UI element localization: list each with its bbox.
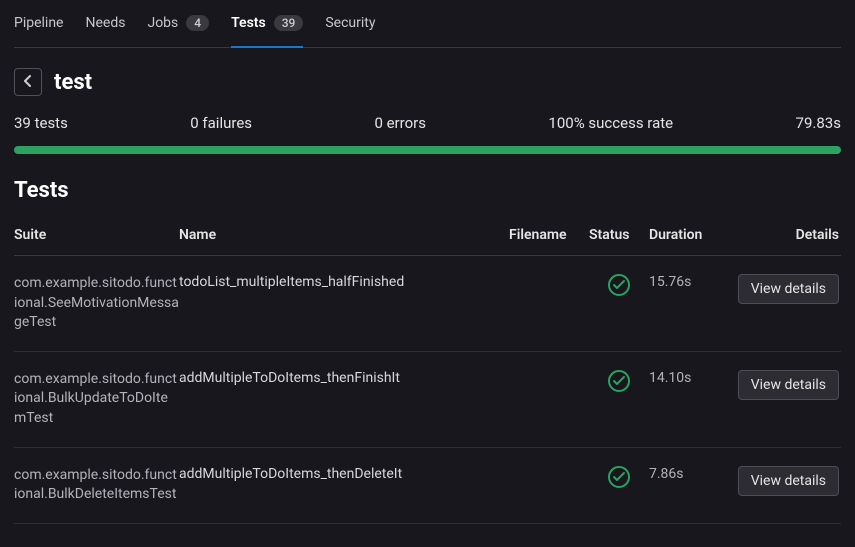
tests-table-header: Suite Name Filename Status Duration Deta… xyxy=(14,227,841,256)
cell-status xyxy=(589,370,649,392)
cell-suite: com.example.sitodo.functional.BulkUpdate… xyxy=(14,370,179,429)
tab-tests[interactable]: Tests 39 xyxy=(231,0,303,48)
tab-label: Needs xyxy=(86,15,126,31)
progress-fill xyxy=(14,146,841,154)
check-circle-icon xyxy=(608,466,630,488)
cell-suite: com.example.sitodo.functional.BulkDelete… xyxy=(14,466,179,505)
col-status: Status xyxy=(589,227,649,243)
summary-failures: 0 failures xyxy=(190,114,252,132)
view-details-button[interactable]: View details xyxy=(738,466,839,496)
back-button[interactable] xyxy=(14,68,42,96)
check-circle-icon xyxy=(608,370,630,392)
col-suite: Suite xyxy=(14,227,179,243)
progress-bar xyxy=(14,146,841,154)
tab-needs[interactable]: Needs xyxy=(86,0,126,48)
table-row: com.example.sitodo.functional.SeeMotivat… xyxy=(14,256,841,352)
cell-name: addMultipleToDoItems_thenFinishIt xyxy=(179,370,509,386)
col-duration: Duration xyxy=(649,227,729,243)
summary-row: 39 tests 0 failures 0 errors 100% succes… xyxy=(14,114,841,132)
tests-table-body: com.example.sitodo.functional.SeeMotivat… xyxy=(14,256,841,524)
tab-security[interactable]: Security xyxy=(325,0,375,48)
cell-suite: com.example.sitodo.functional.SeeMotivat… xyxy=(14,274,179,333)
page-title: test xyxy=(54,70,92,95)
summary-success-rate: 100% success rate xyxy=(548,114,673,132)
cell-details: View details xyxy=(729,274,839,304)
check-circle-icon xyxy=(608,274,630,296)
pipeline-tabs: Pipeline Needs Jobs 4 Tests 39 Security xyxy=(14,0,841,48)
summary-errors: 0 errors xyxy=(374,114,426,132)
tab-label: Pipeline xyxy=(14,15,64,31)
col-name: Name xyxy=(179,227,509,243)
view-details-button[interactable]: View details xyxy=(738,274,839,304)
tab-badge: 4 xyxy=(186,15,209,31)
section-title: Tests xyxy=(14,178,841,203)
tab-pipeline[interactable]: Pipeline xyxy=(14,0,64,48)
tab-label: Tests xyxy=(231,15,266,31)
tab-jobs[interactable]: Jobs 4 xyxy=(147,0,209,48)
col-details: Details xyxy=(729,227,839,243)
cell-duration: 14.10s xyxy=(649,370,729,386)
cell-name: todoList_multipleItems_halfFinished xyxy=(179,274,509,290)
cell-duration: 15.76s xyxy=(649,274,729,290)
summary-tests: 39 tests xyxy=(14,114,68,132)
tab-label: Security xyxy=(325,15,375,31)
cell-details: View details xyxy=(729,370,839,400)
cell-status xyxy=(589,466,649,488)
tab-label: Jobs xyxy=(147,15,178,31)
cell-name: addMultipleToDoItems_thenDeleteIt xyxy=(179,466,509,482)
page-heading: test xyxy=(14,68,841,96)
cell-duration: 7.86s xyxy=(649,466,729,482)
table-row: com.example.sitodo.functional.BulkDelete… xyxy=(14,448,841,524)
chevron-left-icon xyxy=(23,75,33,90)
tab-badge: 39 xyxy=(274,15,304,31)
col-filename: Filename xyxy=(509,227,589,243)
table-row: com.example.sitodo.functional.BulkUpdate… xyxy=(14,352,841,448)
cell-details: View details xyxy=(729,466,839,496)
summary-duration: 79.83s xyxy=(796,114,841,132)
view-details-button[interactable]: View details xyxy=(738,370,839,400)
cell-status xyxy=(589,274,649,296)
